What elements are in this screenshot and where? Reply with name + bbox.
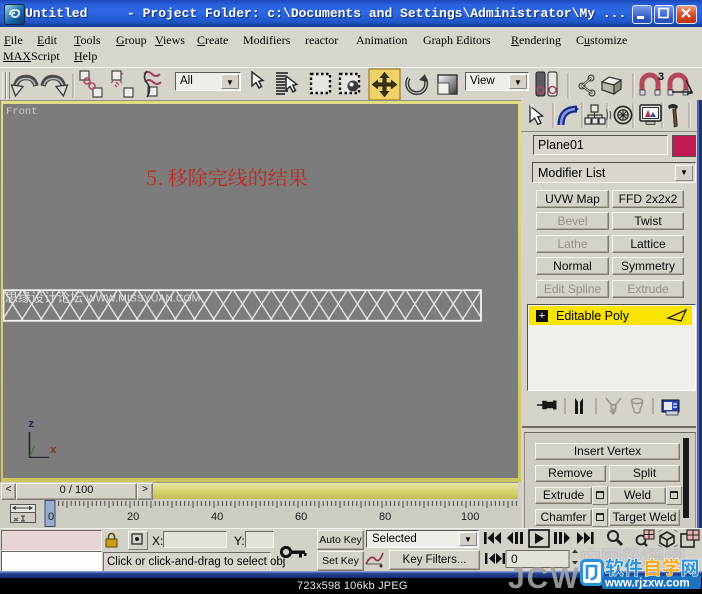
svg-text:x: x (50, 445, 57, 457)
svg-text:z: z (28, 419, 35, 431)
svg-text:WWW.MISSYUAN.COM: WWW.MISSYUAN.COM (86, 293, 200, 305)
svg-text:3: 3 (658, 71, 664, 83)
svg-text:0: 0 (511, 552, 518, 566)
